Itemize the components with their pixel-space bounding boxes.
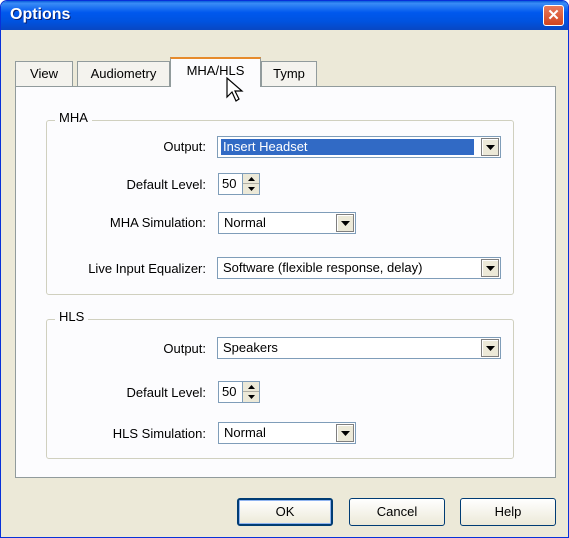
spin-up-icon[interactable] [243, 382, 259, 392]
chevron-down-icon[interactable] [481, 138, 499, 156]
mha-output-select[interactable]: Insert Headset [217, 136, 501, 158]
hls-simulation-select[interactable]: Normal [218, 422, 356, 444]
tab-tymp[interactable]: Tymp [261, 61, 317, 86]
mha-simulation-value: Normal [224, 215, 266, 230]
mha-default-level-spinner[interactable] [242, 173, 260, 195]
options-dialog: Options ✕ View Audiometry MHA/HLS Tymp M… [0, 0, 569, 538]
spin-down-icon[interactable] [243, 392, 259, 402]
chevron-down-icon[interactable] [481, 259, 499, 277]
spin-up-icon[interactable] [243, 174, 259, 184]
mha-equalizer-select[interactable]: Software (flexible response, delay) [217, 257, 501, 279]
mha-output-label: Output: [163, 139, 206, 154]
tab-view[interactable]: View [15, 61, 73, 86]
tab-tymp-label: Tymp [273, 66, 305, 81]
hls-simulation-value: Normal [224, 425, 266, 440]
hls-output-value: Speakers [223, 340, 278, 355]
hls-group-label: HLS [55, 309, 89, 324]
mha-output-value: Insert Headset [221, 139, 474, 155]
close-button[interactable]: ✕ [543, 5, 564, 26]
chevron-down-icon[interactable] [481, 339, 499, 357]
hls-simulation-label: HLS Simulation: [112, 426, 206, 441]
mha-default-level-label: Default Level: [126, 177, 207, 192]
tab-mha-hls[interactable]: MHA/HLS [170, 57, 261, 87]
hls-output-label: Output: [163, 341, 206, 356]
mha-equalizer-value: Software (flexible response, delay) [223, 260, 423, 275]
ok-button[interactable]: OK [237, 498, 333, 526]
hls-output-select[interactable]: Speakers [217, 337, 501, 359]
mha-simulation-select[interactable]: Normal [218, 212, 356, 234]
tab-mha-hls-label: MHA/HLS [186, 63, 245, 78]
help-button[interactable]: Help [460, 498, 556, 526]
cancel-button[interactable]: Cancel [349, 498, 445, 526]
tab-view-label: View [30, 66, 58, 81]
mha-default-level-input[interactable]: 50 [218, 173, 242, 195]
hls-default-level-label: Default Level: [126, 385, 207, 400]
hls-default-level-input[interactable]: 50 [218, 381, 242, 403]
window-title: Options [10, 6, 71, 23]
spin-down-icon[interactable] [243, 184, 259, 194]
chevron-down-icon[interactable] [336, 214, 354, 232]
mha-equalizer-label: Live Input Equalizer: [88, 261, 206, 276]
title-bar[interactable]: Options ✕ [1, 1, 568, 30]
hls-default-level-spinner[interactable] [242, 381, 260, 403]
tab-audiometry-label: Audiometry [90, 66, 157, 81]
chevron-down-icon[interactable] [336, 424, 354, 442]
close-icon: ✕ [547, 7, 560, 24]
tab-audiometry[interactable]: Audiometry [77, 61, 170, 86]
mha-simulation-label: MHA Simulation: [109, 215, 206, 230]
mha-group-label: MHA [55, 110, 92, 125]
mouse-cursor-icon [226, 77, 244, 102]
